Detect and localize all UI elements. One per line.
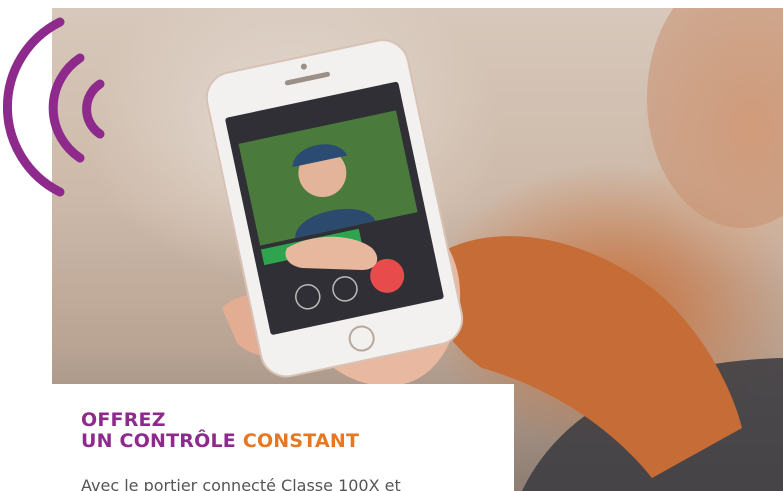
headline: OFFREZ UN CONTRÔLE CONSTANT: [81, 410, 359, 452]
headline-line1: OFFREZ: [81, 409, 166, 431]
caption-box: OFFREZ UN CONTRÔLE CONSTANT Avec le port…: [52, 384, 514, 491]
headline-accent: CONSTANT: [242, 430, 360, 452]
body-text: Avec le portier connecté Classe 100X et: [81, 476, 401, 491]
headline-line2-part1: UN CONTRÔLE: [81, 430, 236, 452]
wireless-signal-icon: [2, 17, 105, 197]
